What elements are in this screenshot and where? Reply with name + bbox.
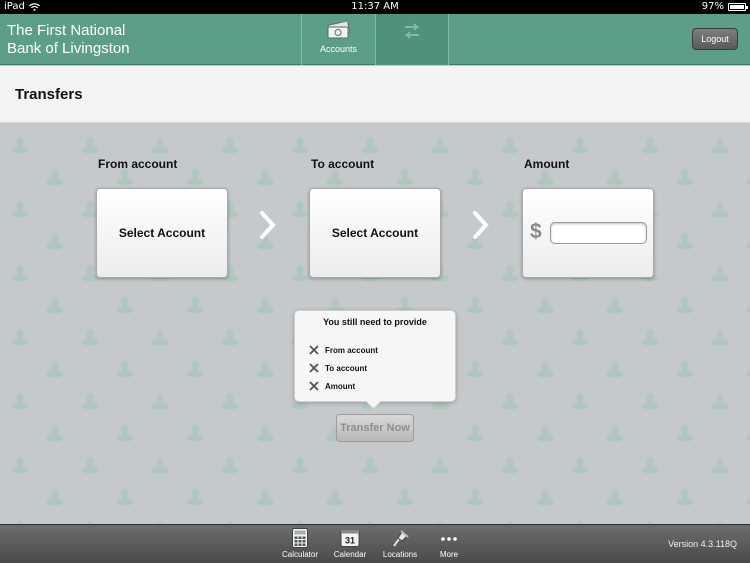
calendar-icon: 31 [340,529,360,547]
battery-icon [728,3,748,11]
amount-card: $ [522,188,654,278]
bank-name-line2: Bank of Livingston [7,40,130,57]
bank-name: The First National Bank of Livingston [7,22,130,58]
calendar-day: 31 [345,536,355,546]
toolbar-calendar-label: Calendar [333,550,367,559]
popup-title: You still need to provide [323,317,427,327]
status-bar: iPad 11:37 AM 97% [0,0,750,14]
chevron-right-icon [260,211,276,239]
transfer-icon [404,23,420,39]
tab-accounts-label: Accounts [319,44,358,54]
close-icon [309,363,319,373]
more-icon [441,537,457,541]
missing-item-label: To account [325,363,368,373]
app-header: The First National Bank of Livingston Ac… [0,14,750,65]
chevron-right-icon [473,211,489,239]
currency-symbol: $ [530,220,542,243]
calculator-icon [292,528,308,548]
toolbar-calendar[interactable]: 31 Calendar [326,528,374,559]
toolbar-more-label: More [439,550,459,559]
toolbar-locations-label: Locations [382,550,418,559]
bottom-toolbar: Calculator 31 Calendar Locations More Ve… [0,524,750,563]
bank-name-line1: The First National [7,22,126,39]
validation-popup: You still need to provide From account T… [294,310,456,402]
from-account-label: From account [98,157,178,171]
transfer-now-button[interactable]: Transfer Now [336,414,414,442]
close-icon [309,345,319,355]
toolbar-calculator-label: Calculator [281,550,318,559]
toolbar-calculator[interactable]: Calculator [276,528,324,559]
logout-button[interactable]: Logout [692,28,738,50]
transfer-content: From account Select Account To account S… [0,124,750,524]
missing-item-from-account: From account [309,345,378,355]
toolbar-more[interactable]: More [425,528,473,559]
amount-input[interactable] [550,222,647,244]
missing-item-to-account: To account [309,363,367,373]
toolbar-locations[interactable]: Locations [376,528,424,559]
status-time: 11:37 AM [351,1,399,12]
amount-label: Amount [524,157,570,171]
to-account-label: To account [311,157,375,171]
title-bar: Transfers [0,66,750,123]
app-version: Version 4.3.118Q [668,539,737,549]
money-icon [327,22,350,39]
battery-percent: 97% [701,1,724,12]
status-right: 97% [701,0,748,14]
missing-item-label: From account [325,345,378,355]
close-icon [309,381,319,391]
tab-accounts[interactable]: Accounts [301,14,375,65]
missing-item-amount: Amount [309,381,355,391]
page-title: Transfers [15,86,83,103]
missing-item-label: Amount [325,381,356,391]
to-account-button[interactable]: Select Account [309,188,441,278]
tab-transfers[interactable] [375,14,449,65]
map-pin-icon [393,530,409,547]
from-account-button[interactable]: Select Account [96,188,228,278]
